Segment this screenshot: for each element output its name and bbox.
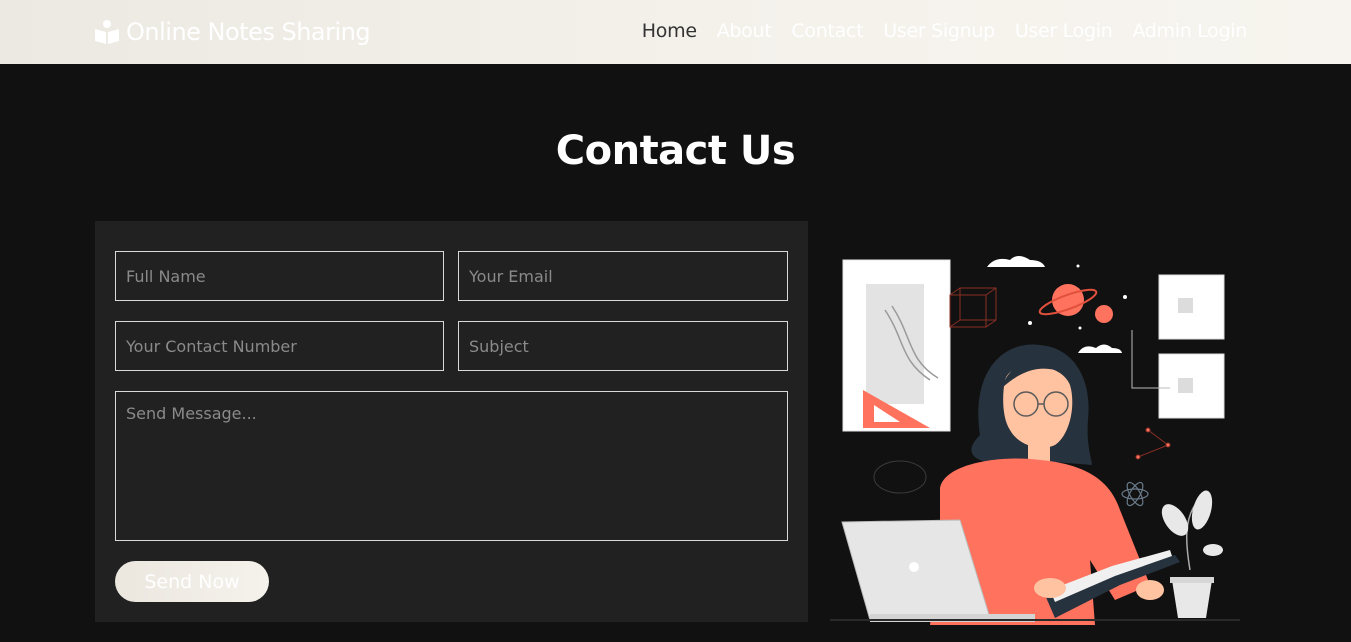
top-navbar: Online Notes Sharing Home About Contact … bbox=[0, 0, 1351, 64]
cloud-illustration bbox=[1078, 344, 1122, 353]
constellation-illustration bbox=[1135, 427, 1171, 460]
full-name-input[interactable] bbox=[115, 251, 444, 301]
send-now-button[interactable]: Send Now bbox=[115, 561, 269, 602]
contact-number-input[interactable] bbox=[115, 321, 444, 371]
hand-illustration bbox=[1034, 578, 1066, 598]
main-nav: Home About Contact User Signup User Logi… bbox=[642, 20, 1248, 42]
contact-form: Send Now bbox=[95, 221, 808, 622]
nav-user-signup-link[interactable]: User Signup bbox=[883, 20, 995, 42]
formula-bubble-illustration bbox=[873, 460, 927, 494]
nav-home-link[interactable]: Home bbox=[642, 20, 697, 42]
nav-admin-login-link[interactable]: Admin Login bbox=[1132, 20, 1247, 42]
hand-illustration bbox=[1136, 580, 1164, 600]
cloud-illustration bbox=[987, 256, 1045, 267]
brand-logo[interactable]: Online Notes Sharing bbox=[94, 16, 371, 48]
atom-illustration bbox=[1121, 481, 1149, 507]
frame-illustration bbox=[842, 259, 951, 432]
nav-user-login-link[interactable]: User Login bbox=[1015, 20, 1113, 42]
planet-illustration bbox=[1038, 284, 1113, 323]
wall-frames-illustration bbox=[1131, 274, 1225, 419]
contact-title: Contact Us bbox=[555, 128, 796, 174]
email-input[interactable] bbox=[458, 251, 788, 301]
nav-contact-link[interactable]: Contact bbox=[791, 20, 863, 42]
student-studying-illustration bbox=[830, 256, 1240, 625]
message-textarea[interactable] bbox=[115, 391, 788, 541]
nav-about-link[interactable]: About bbox=[717, 20, 772, 42]
brand-name: Online Notes Sharing bbox=[126, 18, 371, 46]
subject-input[interactable] bbox=[458, 321, 788, 371]
cube-outline-illustration bbox=[949, 287, 997, 328]
reader-icon bbox=[95, 20, 119, 44]
